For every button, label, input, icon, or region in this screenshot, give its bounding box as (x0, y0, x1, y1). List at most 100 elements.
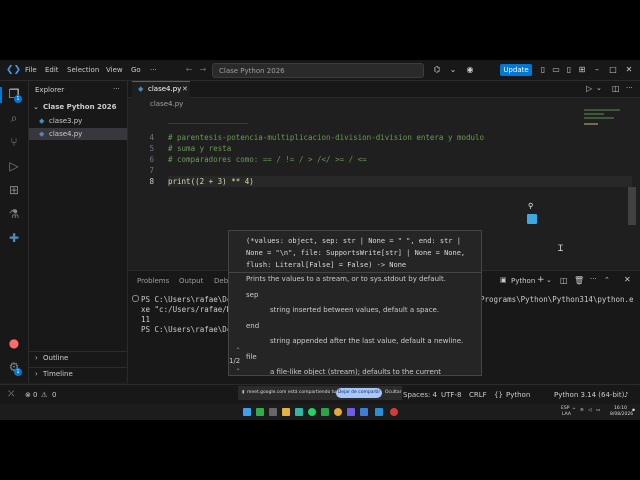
task-view-icon[interactable] (269, 408, 277, 416)
chevron-down-icon[interactable]: ⌄ (448, 65, 458, 75)
split-editor-icon[interactable]: ◫ (612, 84, 620, 93)
clock-time[interactable]: 16:10 (614, 406, 627, 411)
bell-icon[interactable]: ♪ (624, 391, 628, 399)
windows-start-icon[interactable] (243, 408, 251, 416)
spotify-icon[interactable] (308, 408, 316, 416)
outline-section[interactable]: › Outline (29, 351, 127, 364)
menu-view[interactable]: View (106, 66, 123, 74)
file-item-clase4[interactable]: ◆ clase4.py (29, 128, 127, 140)
warning-count[interactable]: 0 (52, 391, 56, 399)
maximize-icon[interactable]: □ (608, 65, 618, 75)
run-file-icon[interactable]: ▷ (586, 84, 592, 93)
xbox-icon[interactable] (256, 408, 264, 416)
more-actions-icon[interactable]: ··· (113, 85, 120, 93)
split-terminal-icon[interactable]: ◫ (560, 276, 568, 285)
chevron-up-icon[interactable]: ⌃ (232, 347, 244, 354)
outlook-icon[interactable] (360, 408, 368, 416)
tray-lang[interactable]: ESP (561, 406, 569, 411)
tab-debug[interactable]: Deb (214, 277, 228, 285)
tab-clase4[interactable]: ◆ clase4.py ✕ (132, 81, 190, 98)
terminal-name[interactable]: Python (511, 277, 535, 285)
toggle-secondary-sidebar-icon[interactable]: ▯ (564, 65, 574, 75)
code-line[interactable]: 5 # suma y resta (128, 143, 628, 154)
file-item-clase3[interactable]: ◆ clase3.py (29, 115, 127, 127)
close-tab-icon[interactable]: ✕ (182, 82, 188, 97)
wifi-icon[interactable]: ≋ (580, 408, 584, 413)
battery-icon[interactable]: ▭ (596, 408, 600, 413)
command-center[interactable]: Clase Python 2026 (212, 63, 424, 78)
layout-icon[interactable]: ⊞ (577, 65, 587, 75)
code-line[interactable]: 7 (128, 165, 628, 176)
minimize-icon[interactable]: – (592, 65, 602, 75)
more-actions-icon[interactable]: ··· (590, 275, 597, 283)
scrollbar-thumb[interactable] (628, 187, 636, 225)
folder-row[interactable]: ⌄ Clase Python 2026 (29, 101, 127, 113)
timeline-section[interactable]: › Timeline (29, 367, 127, 380)
menu-go[interactable]: Go (131, 66, 141, 74)
chevron-down-icon[interactable]: ⌄ (546, 276, 552, 284)
account-circle-icon[interactable]: ◉ (465, 65, 475, 75)
chrome-icon[interactable] (334, 408, 342, 416)
tray-lang2[interactable]: LAA (562, 412, 571, 417)
warning-icon[interactable]: ⚠ (41, 391, 47, 399)
breadcrumb-file[interactable]: clase4.py (150, 100, 183, 108)
language-status[interactable]: Python (506, 391, 530, 399)
whatsapp-icon[interactable] (321, 408, 329, 416)
code-line[interactable]: 4 # parentesis-potencia-multiplicacion-di… (128, 132, 628, 143)
toggle-panel-icon[interactable]: ▭ (551, 65, 561, 75)
opera-icon[interactable] (390, 408, 398, 416)
clock-date[interactable]: 8/08/2026 (610, 412, 633, 417)
remote-icon[interactable]: ⤫ (8, 389, 14, 399)
python-icon[interactable]: ✚ (6, 230, 22, 246)
stop-sharing-button[interactable]: Dejar de compartir (336, 388, 382, 398)
vscode-taskbar-icon[interactable] (375, 408, 383, 416)
toggle-sidebar-icon[interactable]: ▯ (538, 65, 548, 75)
indentation-status[interactable]: Spaces: 4 (403, 391, 437, 399)
chevron-up-icon[interactable]: ⌃ (604, 276, 610, 284)
line-text: # comparadores como: == / != / > /</ >= … (168, 155, 367, 164)
line-text: print((2 + 3) ** 4) (168, 177, 254, 186)
close-icon[interactable]: ✕ (624, 65, 634, 75)
forward-arrow-icon[interactable]: → (198, 65, 208, 75)
testing-icon[interactable]: ⚗ (6, 206, 22, 222)
error-icon[interactable]: ⊗ (25, 391, 31, 399)
tab-problems[interactable]: Problems (137, 277, 169, 285)
code-line[interactable]: 6 # comparadores como: == / != / > /</ >=… (128, 154, 628, 165)
copilot-icon[interactable]: ⌬ (432, 65, 442, 75)
breadcrumb[interactable]: clase4.py (150, 100, 183, 108)
app-icon[interactable] (347, 408, 355, 416)
avatar[interactable]: ● (6, 335, 22, 351)
interpreter-status[interactable]: Python 3.14 (64-bit) (554, 391, 624, 399)
tray-chevron-icon[interactable]: ^ (572, 408, 576, 413)
hide-button[interactable]: Ocultar (385, 390, 402, 395)
update-button[interactable]: Update (500, 64, 532, 76)
chevron-down-icon[interactable]: ⌄ (596, 84, 602, 92)
menu-edit[interactable]: Edit (45, 66, 59, 74)
chevron-down-icon[interactable]: ⌄ (232, 365, 244, 372)
python-file-icon: ◆ (138, 85, 144, 93)
menu-more[interactable]: ··· (150, 66, 157, 74)
code-line[interactable]: 8 print((2 + 3) ** 4) (128, 176, 628, 187)
run-debug-icon[interactable]: ▷ (6, 158, 22, 174)
menu-file[interactable]: File (25, 66, 37, 74)
notification-icon[interactable]: ▪ (632, 408, 635, 413)
menu-selection[interactable]: Selection (67, 66, 99, 74)
extensions-icon[interactable]: ⊞ (6, 182, 22, 198)
add-terminal-icon[interactable]: + (537, 275, 545, 285)
source-control-icon[interactable]: ⑂ (6, 134, 22, 150)
more-actions-icon[interactable]: ··· (626, 84, 633, 92)
search-icon[interactable]: ⌕ (6, 110, 22, 126)
file-explorer-icon[interactable] (282, 408, 290, 416)
outline-label: Outline (43, 354, 69, 362)
minimap[interactable] (584, 109, 624, 149)
trash-icon[interactable]: 🗑 (574, 276, 584, 285)
hover-param-desc: a file-like object (stream); defaults to… (270, 368, 442, 376)
error-count[interactable]: 0 (33, 391, 37, 399)
close-panel-icon[interactable]: ✕ (624, 275, 631, 284)
volume-icon[interactable]: ◁ (588, 408, 591, 413)
edge-icon[interactable] (295, 408, 303, 416)
back-arrow-icon[interactable]: ← (184, 65, 194, 75)
eol-status[interactable]: CRLF (469, 391, 487, 399)
encoding-status[interactable]: UTF-8 (441, 391, 461, 399)
tab-output[interactable]: Output (179, 277, 203, 285)
